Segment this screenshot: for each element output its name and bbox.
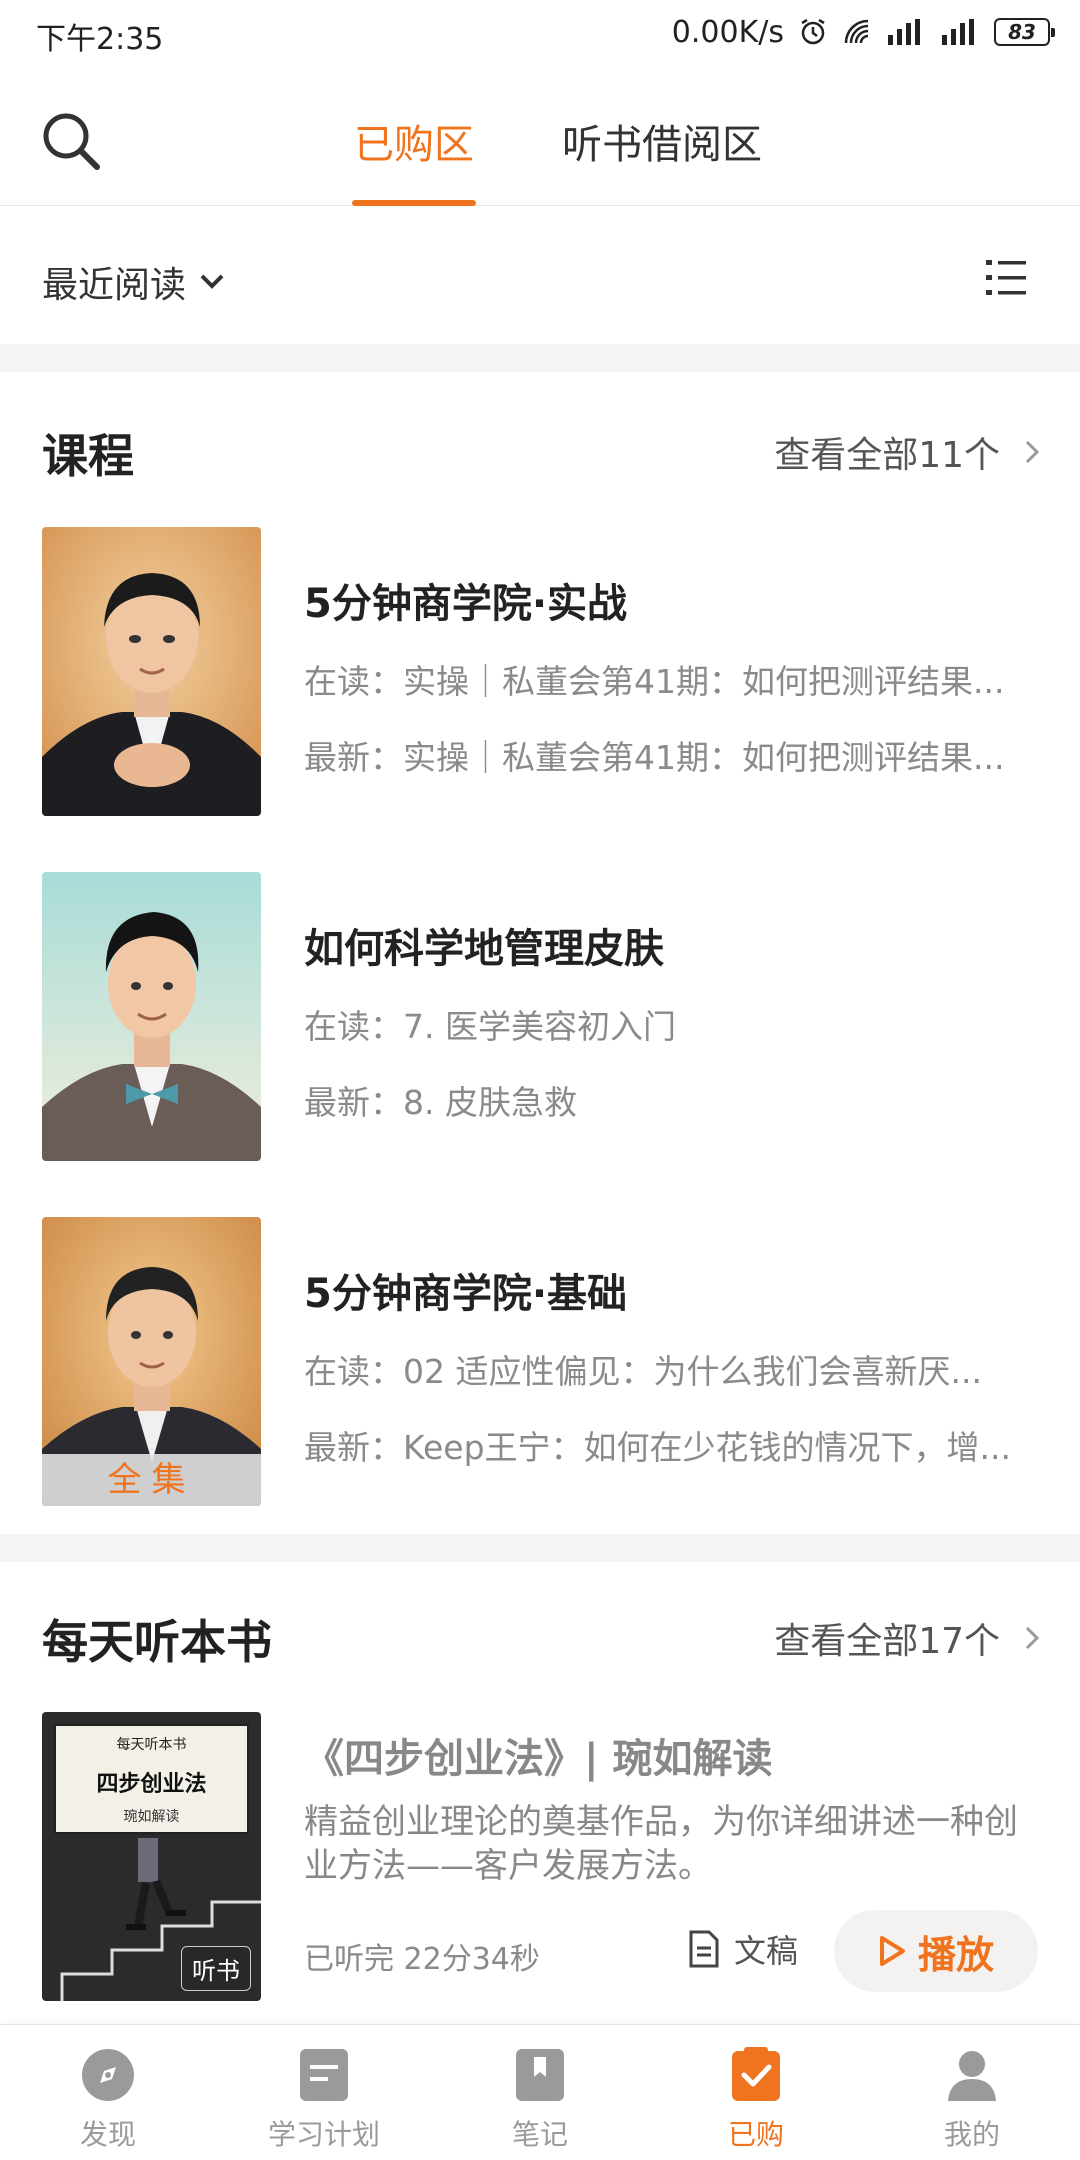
chevron-right-icon xyxy=(1025,440,1040,464)
tab-borrow[interactable]: 听书借阅区 xyxy=(562,112,762,170)
nav-label: 发现 xyxy=(79,2118,136,2151)
course-item[interactable]: 如何科学地管理皮肤 在读：7. 医学美容初入门 最新：8. 皮肤急救 xyxy=(0,872,1080,1162)
book-description: 精益创业理论的奠基作品，为你详细讲述一种创业方法——客户发展方法。 xyxy=(304,1802,1018,1886)
course-item[interactable]: 全集 5分钟商学院·基础 在读：02 适应性偏见：为什么我们会喜新厌... 最新… xyxy=(0,1217,1080,1507)
search-icon xyxy=(43,113,100,170)
status-bar: 下午2:35 0.00K/s 83 xyxy=(0,0,1080,66)
course-title: 如何科学地管理皮肤 xyxy=(304,926,664,972)
book-item[interactable]: 每天听本书 四步创业法 琬如解读 听书 《四步创业法》| 琬如解读 精益创业理论… xyxy=(0,1712,1080,2002)
book-listen-status: 已听完 22分34秒 xyxy=(304,1942,540,1977)
battery-icon: 83 xyxy=(994,18,1055,46)
nav-item-purchased[interactable]: 已购 xyxy=(648,2025,864,2160)
net-speed: 0.00K/s xyxy=(671,14,784,50)
daily-book-header: 每天听本书 查看全部17个 xyxy=(0,1598,1080,1678)
section-divider xyxy=(0,344,1080,372)
sort-dropdown[interactable]: 最近阅读 xyxy=(42,256,226,308)
course-reading: 在读：7. 医学美容初入门 xyxy=(304,1007,676,1046)
nav-label: 学习计划 xyxy=(267,2118,380,2151)
list-view-button[interactable] xyxy=(984,256,1028,300)
check-icon xyxy=(732,2047,780,2101)
course-reading: 在读：02 适应性偏见：为什么我们会喜新厌... xyxy=(304,1352,982,1391)
play-button[interactable]: 播放 xyxy=(834,1910,1038,1992)
sort-label: 最近阅读 xyxy=(42,265,187,306)
nav-label: 笔记 xyxy=(511,2118,568,2151)
chevron-down-icon xyxy=(200,274,224,289)
courses-view-all[interactable]: 查看全部11个 xyxy=(774,426,1040,478)
course-title: 5分钟商学院·基础 xyxy=(304,1271,628,1317)
daily-book-title: 每天听本书 xyxy=(42,1615,272,1669)
daily-book-view-all-label: 查看全部17个 xyxy=(774,1621,1000,1662)
course-cover xyxy=(42,527,261,816)
signal-icon xyxy=(888,19,920,45)
courses-title: 课程 xyxy=(42,429,134,483)
play-icon xyxy=(879,1936,905,1966)
course-reading: 在读：实操｜私董会第41期：如何把测评结果... xyxy=(304,662,1005,701)
compass-icon xyxy=(82,2049,134,2101)
nav-label: 已购 xyxy=(727,2118,784,2151)
audiobook-badge: 听书 xyxy=(181,1946,251,1991)
chevron-right-icon xyxy=(1025,1626,1040,1650)
nav-item-profile[interactable]: 我的 xyxy=(864,2025,1080,2160)
course-item[interactable]: 5分钟商学院·实战 在读：实操｜私董会第41期：如何把测评结果... 最新：实操… xyxy=(0,527,1080,817)
bookmark-icon xyxy=(516,2049,564,2101)
daily-book-view-all[interactable]: 查看全部17个 xyxy=(774,1612,1040,1664)
book-title: 《四步创业法》| 琬如解读 xyxy=(304,1736,773,1782)
course-cover xyxy=(42,872,261,1161)
status-time: 下午2:35 xyxy=(36,22,164,57)
manuscript-label: 文稿 xyxy=(734,1932,799,1970)
course-latest: 最新：Keep王宁：如何在少花钱的情况下，增... xyxy=(304,1428,1012,1467)
list-icon xyxy=(986,260,1026,295)
person-icon xyxy=(948,2051,996,2101)
nav-item-study-plan[interactable]: 学习计划 xyxy=(216,2025,432,2160)
courses-view-all-label: 查看全部11个 xyxy=(774,435,1000,476)
filter-bar: 最近阅读 xyxy=(0,206,1080,344)
top-nav: 已购区 听书借阅区 xyxy=(0,66,1080,206)
course-latest: 最新：实操｜私董会第41期：如何把测评结果... xyxy=(304,738,1005,777)
nav-label: 我的 xyxy=(943,2118,1000,2151)
wifi-icon xyxy=(844,19,869,44)
tab-purchased[interactable]: 已购区 xyxy=(354,112,474,170)
course-title: 5分钟商学院·实战 xyxy=(304,581,628,627)
course-latest: 最新：8. 皮肤急救 xyxy=(304,1083,577,1122)
search-button[interactable] xyxy=(40,110,102,172)
course-cover-image xyxy=(42,872,261,1161)
manuscript-button[interactable]: 文稿 xyxy=(688,1926,798,1972)
signal-icon-2 xyxy=(942,19,974,45)
section-divider xyxy=(0,1534,1080,1562)
play-label: 播放 xyxy=(917,1932,994,1977)
course-cover: 全集 xyxy=(42,1217,261,1506)
status-icons: 0.00K/s 83 xyxy=(671,12,1055,52)
bottom-nav: 发现 学习计划 笔记 已购 我的 xyxy=(0,2024,1080,2160)
document-icon xyxy=(689,1930,719,1968)
alarm-icon xyxy=(801,18,825,45)
courses-header: 课程 查看全部11个 xyxy=(0,412,1080,492)
nav-item-notes[interactable]: 笔记 xyxy=(432,2025,648,2160)
nav-item-discover[interactable]: 发现 xyxy=(0,2025,216,2160)
book-cover: 每天听本书 四步创业法 琬如解读 听书 xyxy=(42,1712,261,2001)
plan-icon xyxy=(300,2049,348,2101)
course-cover-image xyxy=(42,527,261,816)
full-set-badge: 全集 xyxy=(42,1454,261,1506)
